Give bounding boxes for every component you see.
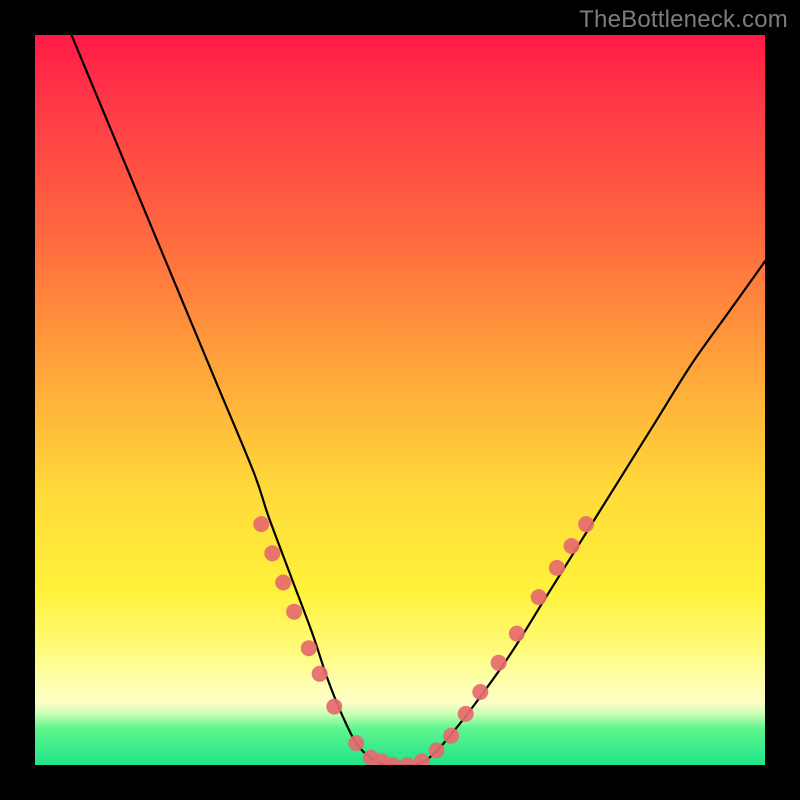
data-marker (578, 516, 594, 532)
chart-frame: TheBottleneck.com (0, 0, 800, 800)
data-marker (286, 604, 302, 620)
data-marker (472, 684, 488, 700)
bottleneck-curve (72, 35, 766, 765)
data-marker (491, 655, 507, 671)
data-marker (531, 589, 547, 605)
data-marker (264, 545, 280, 561)
watermark-text: TheBottleneck.com (579, 6, 788, 34)
data-marker (564, 538, 580, 554)
data-marker (429, 742, 445, 758)
data-marker (326, 699, 342, 715)
data-marker (509, 626, 525, 642)
data-marker (312, 666, 328, 682)
chart-svg (35, 35, 765, 765)
data-marker (399, 757, 415, 765)
data-marker (253, 516, 269, 532)
data-marker (414, 753, 430, 765)
data-marker (301, 640, 317, 656)
data-marker (458, 706, 474, 722)
data-marker (549, 560, 565, 576)
data-marker (275, 575, 291, 591)
data-marker (348, 735, 364, 751)
data-marker (443, 728, 459, 744)
plot-area (35, 35, 765, 765)
curve-markers (253, 516, 594, 765)
